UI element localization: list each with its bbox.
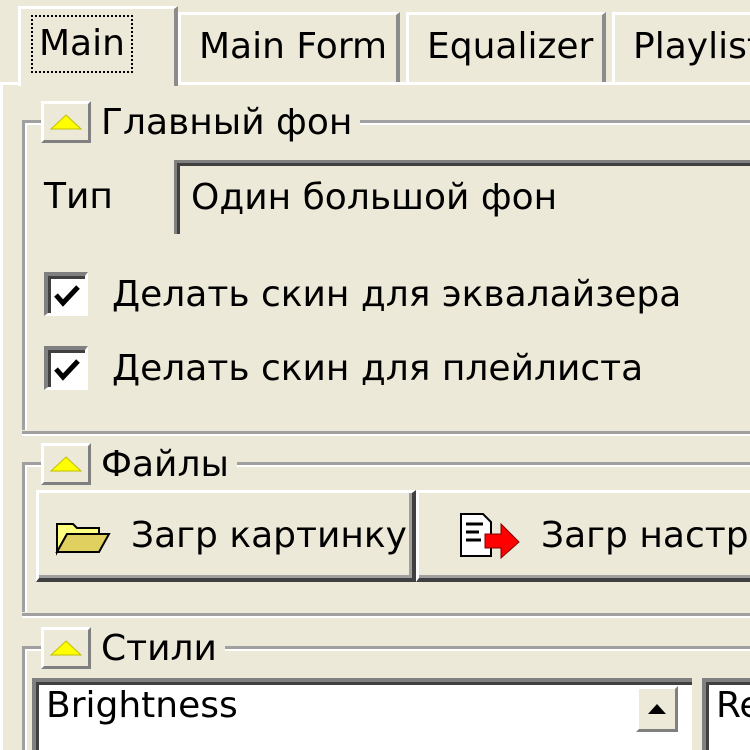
group-main-background-title: Главный фон bbox=[101, 101, 353, 143]
styles-listbox[interactable]: Brightness bbox=[32, 678, 692, 750]
group-styles-title: Стили bbox=[101, 627, 217, 669]
group-files-legend: Файлы bbox=[41, 439, 237, 489]
collapse-main-background-button[interactable] bbox=[41, 101, 91, 143]
load-image-button[interactable]: Загр картинку bbox=[36, 490, 416, 582]
style-values-listbox[interactable]: Re bbox=[702, 678, 750, 750]
checkmark-icon bbox=[53, 284, 80, 307]
tab-equalizer-label: Equalizer bbox=[427, 26, 594, 67]
tab-playlist-label: Playlist bbox=[633, 26, 750, 67]
checkbox-row-playlist[interactable]: Делать скин для плейлиста bbox=[44, 346, 643, 390]
equalizer-skin-label: Делать скин для эквалайзера bbox=[112, 273, 682, 315]
chevron-up-icon bbox=[648, 704, 666, 714]
tab-main-label: Main bbox=[31, 15, 133, 73]
triangle-up-icon bbox=[49, 640, 83, 656]
skin-editor-window: Main Main Form Equalizer Playlist Главны… bbox=[0, 0, 750, 750]
tab-strip: Main Main Form Equalizer Playlist bbox=[0, 0, 750, 86]
tab-main-form[interactable]: Main Form bbox=[178, 12, 400, 82]
load-settings-label: Загр настр. bbox=[541, 515, 750, 556]
open-folder-icon bbox=[55, 516, 111, 556]
equalizer-skin-checkbox[interactable] bbox=[44, 272, 88, 316]
load-image-label: Загр картинку bbox=[131, 515, 407, 556]
group-main-background-legend: Главный фон bbox=[41, 97, 361, 147]
tab-main[interactable]: Main bbox=[18, 6, 178, 86]
list-item[interactable]: Brightness bbox=[36, 682, 692, 726]
tab-equalizer[interactable]: Equalizer bbox=[406, 12, 606, 82]
type-combobox[interactable]: Один большой фон bbox=[174, 160, 750, 234]
load-settings-icon bbox=[457, 512, 521, 560]
checkbox-row-equalizer[interactable]: Делать скин для эквалайзера bbox=[44, 272, 681, 316]
styles-scroll-up-button[interactable] bbox=[636, 686, 678, 732]
playlist-skin-checkbox[interactable] bbox=[44, 346, 88, 390]
group-styles-legend: Стили bbox=[41, 623, 225, 673]
playlist-skin-label: Делать скин для плейлиста bbox=[112, 347, 644, 389]
list-item[interactable]: Re bbox=[706, 682, 750, 726]
triangle-up-icon bbox=[49, 456, 83, 472]
load-settings-button[interactable]: Загр настр. bbox=[416, 490, 750, 582]
checkmark-icon bbox=[53, 358, 80, 381]
group-files-title: Файлы bbox=[101, 443, 229, 485]
type-label: Тип bbox=[44, 176, 113, 217]
collapse-files-button[interactable] bbox=[41, 443, 91, 485]
triangle-up-icon bbox=[49, 114, 83, 130]
collapse-styles-button[interactable] bbox=[41, 627, 91, 669]
tab-playlist[interactable]: Playlist bbox=[612, 12, 750, 82]
tab-main-form-label: Main Form bbox=[199, 26, 388, 67]
